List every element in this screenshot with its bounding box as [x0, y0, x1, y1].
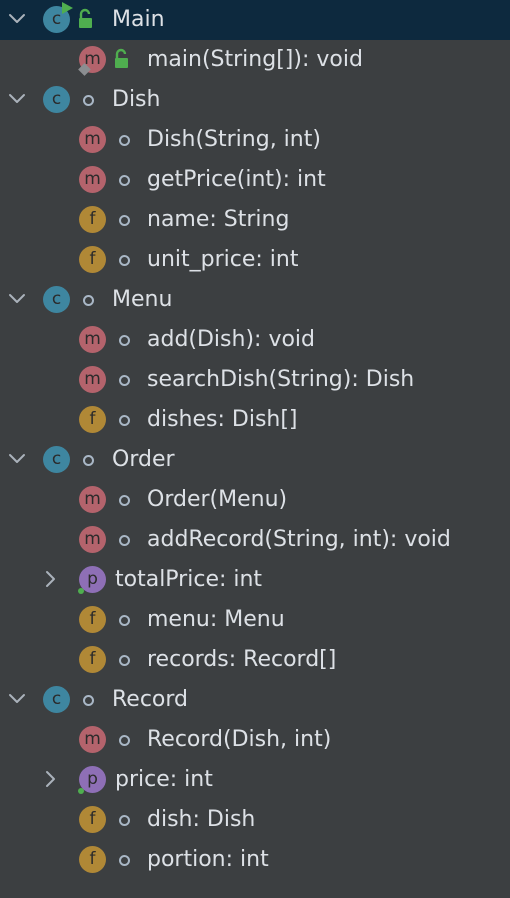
field-icon: f [79, 606, 106, 633]
tree-row-class-dish[interactable]: c Dish [0, 80, 510, 120]
chevron-right-icon[interactable] [40, 768, 62, 790]
tree-row-label: Order [112, 447, 175, 472]
package-visibility-icon [119, 415, 130, 426]
chevron-right-icon[interactable] [40, 568, 62, 590]
method-icon: m [79, 366, 106, 393]
tree-row-field-unit-price[interactable]: f unit_price: int [0, 240, 510, 280]
tree-row-label: Dish [112, 87, 161, 112]
tree-row-label: Menu [112, 287, 173, 312]
method-icon: m [79, 486, 106, 513]
tree-row-label: main(String[]): void [147, 47, 363, 72]
tree-row-property-price[interactable]: p price: int [0, 760, 510, 800]
tree-row-label: add(Dish): void [147, 327, 315, 352]
tree-row-label: menu: Menu [147, 607, 285, 632]
tree-row-label: price: int [115, 767, 213, 792]
tree-row-method-add[interactable]: m add(Dish): void [0, 320, 510, 360]
lock-open-icon [78, 8, 96, 30]
chevron-down-icon[interactable] [6, 88, 28, 110]
method-icon: m [79, 326, 106, 353]
tree-row-method-getprice[interactable]: m getPrice(int): int [0, 160, 510, 200]
property-status-icon [78, 588, 84, 594]
tree-row-property-totalprice[interactable]: p totalPrice: int [0, 560, 510, 600]
tree-row-label: portion: int [147, 847, 269, 872]
tree-row-field-portion[interactable]: f portion: int [0, 840, 510, 880]
chevron-down-icon[interactable] [6, 448, 28, 470]
package-visibility-icon [83, 455, 94, 466]
package-visibility-icon [119, 215, 130, 226]
field-icon: f [79, 806, 106, 833]
tree-row-label: totalPrice: int [115, 567, 263, 592]
field-icon: f [79, 246, 106, 273]
method-icon: m [79, 526, 106, 553]
tree-row-label: addRecord(String, int): void [147, 527, 451, 552]
tree-row-class-main[interactable]: c Main [0, 0, 510, 40]
package-visibility-icon [83, 295, 94, 306]
tree-row-label: name: String [147, 207, 290, 232]
package-visibility-icon [119, 735, 130, 746]
package-visibility-icon [83, 695, 94, 706]
tree-row-class-record[interactable]: c Record [0, 680, 510, 720]
run-arrow-icon [62, 2, 73, 14]
tree-row-method-order-constructor[interactable]: m Order(Menu) [0, 480, 510, 520]
tree-row-field-dish[interactable]: f dish: Dish [0, 800, 510, 840]
tree-row-field-name[interactable]: f name: String [0, 200, 510, 240]
class-icon: c [43, 286, 70, 313]
tree-row-label: Record [112, 687, 189, 712]
tree-row-label: Dish(String, int) [147, 127, 321, 152]
tree-row-class-menu[interactable]: c Menu [0, 280, 510, 320]
tree-row-label: searchDish(String): Dish [147, 367, 415, 392]
tree-row-field-dishes[interactable]: f dishes: Dish[] [0, 400, 510, 440]
package-visibility-icon [119, 615, 130, 626]
tree-row-label: getPrice(int): int [147, 167, 326, 192]
tree-row-method-addrecord[interactable]: m addRecord(String, int): void [0, 520, 510, 560]
field-icon: f [79, 206, 106, 233]
package-visibility-icon [119, 135, 130, 146]
package-visibility-icon [119, 495, 130, 506]
chevron-down-icon[interactable] [6, 8, 28, 30]
chevron-down-icon[interactable] [6, 288, 28, 310]
package-visibility-icon [119, 255, 130, 266]
tree-row-label: records: Record[] [147, 647, 337, 672]
package-visibility-icon [119, 175, 130, 186]
package-visibility-icon [119, 815, 130, 826]
tree-row-method-record-constructor[interactable]: m Record(Dish, int) [0, 720, 510, 760]
package-visibility-icon [119, 655, 130, 666]
tree-row-label: Order(Menu) [147, 487, 288, 512]
class-icon: c [43, 686, 70, 713]
tree-row-field-menu[interactable]: f menu: Menu [0, 600, 510, 640]
tree-row-label: Main [112, 7, 165, 32]
method-icon: m [79, 126, 106, 153]
tree-row-label: dishes: Dish[] [147, 407, 298, 432]
chevron-down-icon[interactable] [6, 688, 28, 710]
package-visibility-icon [119, 375, 130, 386]
package-visibility-icon [119, 855, 130, 866]
tree-row-field-records[interactable]: f records: Record[] [0, 640, 510, 680]
class-icon: c [43, 446, 70, 473]
tree-row-label: Record(Dish, int) [147, 727, 332, 752]
field-icon: f [79, 646, 106, 673]
field-icon: f [79, 846, 106, 873]
tree-row-label: dish: Dish [147, 807, 256, 832]
class-icon: c [43, 86, 70, 113]
tree-row-method-dish-constructor[interactable]: m Dish(String, int) [0, 120, 510, 160]
lock-open-icon [114, 48, 132, 70]
property-status-icon [78, 788, 84, 794]
field-icon: f [79, 406, 106, 433]
tree-row-method-searchdish[interactable]: m searchDish(String): Dish [0, 360, 510, 400]
package-visibility-icon [83, 95, 94, 106]
tree-row-label: unit_price: int [147, 247, 299, 272]
method-icon: m [79, 166, 106, 193]
method-icon: m [79, 726, 106, 753]
structure-tree: c Main m main(String[]): void c Dish m D… [0, 0, 510, 898]
tree-row-class-order[interactable]: c Order [0, 440, 510, 480]
tree-row-method-main[interactable]: m main(String[]): void [0, 40, 510, 80]
package-visibility-icon [119, 535, 130, 546]
package-visibility-icon [119, 335, 130, 346]
